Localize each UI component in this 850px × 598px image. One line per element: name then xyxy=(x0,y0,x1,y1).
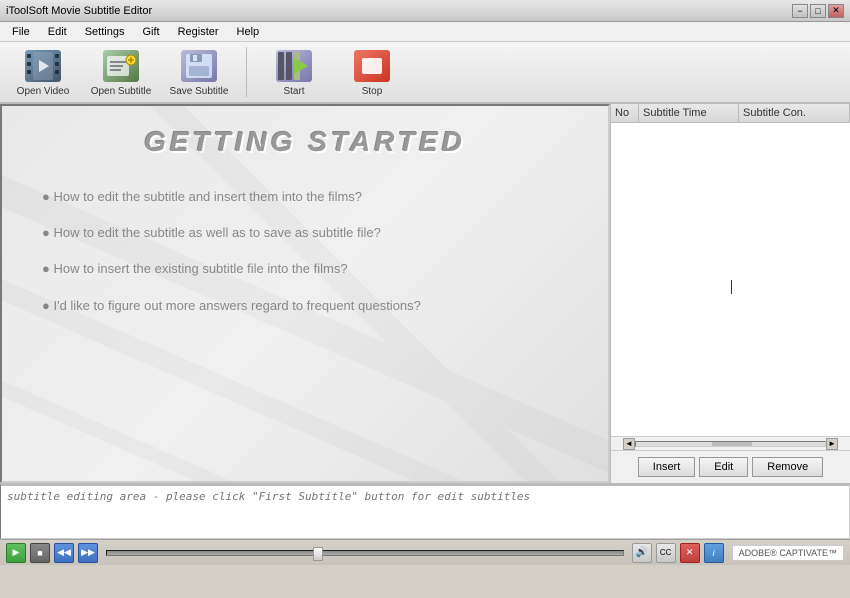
menu-gift[interactable]: Gift xyxy=(134,24,167,40)
window-controls: − □ ✕ xyxy=(792,4,844,18)
col-time: Subtitle Time xyxy=(639,104,739,122)
list-item: How to insert the existing subtitle file… xyxy=(42,260,568,278)
captivate-badge: ADOBE® CAPTIVATE™ xyxy=(732,545,844,561)
list-item: I'd like to figure out more answers rega… xyxy=(42,297,568,315)
table-header: No Subtitle Time Subtitle Con. xyxy=(611,104,850,123)
menu-register[interactable]: Register xyxy=(170,24,227,40)
menu-bar: File Edit Settings Gift Register Help xyxy=(0,22,850,42)
open-subtitle-button[interactable]: Open Subtitle xyxy=(86,43,156,102)
list-item: How to edit the subtitle and insert them… xyxy=(42,188,568,206)
film-icon xyxy=(25,48,61,84)
start-label: Start xyxy=(283,86,304,97)
insert-button[interactable]: Insert xyxy=(638,457,696,477)
next-button[interactable]: ▶▶ xyxy=(78,543,98,563)
menu-edit[interactable]: Edit xyxy=(40,24,75,40)
subtitle-panel: No Subtitle Time Subtitle Con. ◄ ► Inser… xyxy=(610,104,850,483)
play-button[interactable]: ▶ xyxy=(6,543,26,563)
stop-label: Stop xyxy=(362,86,383,97)
preview-panel: GETTING STARTED How to edit the subtitle… xyxy=(0,104,610,483)
prev-button[interactable]: ◀◀ xyxy=(54,543,74,563)
info-button[interactable]: i xyxy=(704,543,724,563)
progress-track[interactable] xyxy=(106,550,624,556)
main-content: GETTING STARTED How to edit the subtitle… xyxy=(0,104,850,484)
scroll-right-arrow[interactable]: ► xyxy=(826,438,838,450)
text-cursor xyxy=(731,280,732,294)
volume-button[interactable]: 🔊 xyxy=(632,543,652,563)
bottom-controls: ▶ ■ ◀◀ ▶▶ 🔊 CC ✕ i ADOBE® CAPTIVATE™ xyxy=(0,539,850,565)
col-no: No xyxy=(611,104,639,122)
title-bar: iToolSoft Movie Subtitle Editor − □ ✕ xyxy=(0,0,850,22)
progress-area xyxy=(102,550,628,556)
app-title: iToolSoft Movie Subtitle Editor xyxy=(6,5,152,17)
progress-thumb[interactable] xyxy=(313,547,323,561)
stop-playback-button[interactable]: ■ xyxy=(30,543,50,563)
open-video-label: Open Video xyxy=(17,86,70,97)
start-icon xyxy=(276,48,312,84)
maximize-button[interactable]: □ xyxy=(810,4,826,18)
cc-button[interactable]: CC xyxy=(656,543,676,563)
scroll-track[interactable] xyxy=(635,441,826,447)
open-subtitle-label: Open Subtitle xyxy=(91,86,152,97)
remove-button[interactable]: Remove xyxy=(752,457,823,477)
minimize-button[interactable]: − xyxy=(792,4,808,18)
close-button[interactable]: ✕ xyxy=(828,4,844,18)
toolbar-separator xyxy=(246,47,247,97)
menu-help[interactable]: Help xyxy=(229,24,268,40)
list-item: How to edit the subtitle as well as to s… xyxy=(42,224,568,242)
subtitle-actions: Insert Edit Remove xyxy=(611,450,850,483)
open-video-button[interactable]: Open Video xyxy=(8,43,78,102)
horizontal-scrollbar[interactable]: ◄ ► xyxy=(611,436,850,450)
scroll-left-arrow[interactable]: ◄ xyxy=(623,438,635,450)
menu-file[interactable]: File xyxy=(4,24,38,40)
stop-icon xyxy=(354,48,390,84)
subtitle-edit-area[interactable] xyxy=(0,484,850,539)
table-body xyxy=(611,123,850,436)
getting-started-list: How to edit the subtitle and insert them… xyxy=(22,188,588,315)
close-playback-button[interactable]: ✕ xyxy=(680,543,700,563)
start-button[interactable]: Start xyxy=(259,43,329,102)
col-content: Subtitle Con. xyxy=(739,104,850,122)
save-subtitle-label: Save Subtitle xyxy=(170,86,229,97)
subtitle-open-icon xyxy=(103,48,139,84)
getting-started-title: GETTING STARTED xyxy=(22,126,588,158)
edit-button[interactable]: Edit xyxy=(699,457,748,477)
stop-button[interactable]: Stop xyxy=(337,43,407,102)
save-subtitle-button[interactable]: Save Subtitle xyxy=(164,43,234,102)
scroll-thumb[interactable] xyxy=(712,442,752,446)
menu-settings[interactable]: Settings xyxy=(77,24,133,40)
save-icon xyxy=(181,48,217,84)
toolbar: Open Video Open Subtitle xyxy=(0,42,850,104)
